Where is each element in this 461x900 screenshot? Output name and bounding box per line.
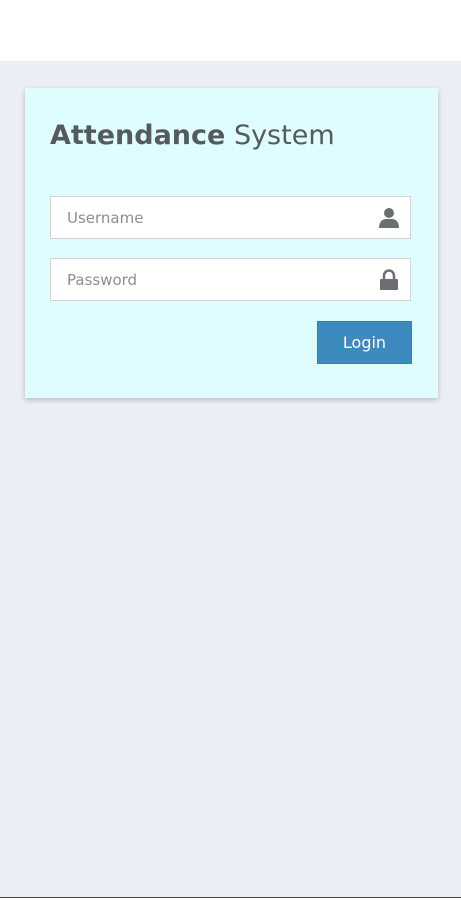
login-card: Attendance System Login: [25, 88, 438, 398]
top-blank-area: [0, 0, 461, 61]
password-input[interactable]: [51, 259, 361, 300]
lock-icon: [378, 269, 400, 291]
password-field[interactable]: [50, 258, 411, 301]
username-field[interactable]: [50, 196, 411, 239]
login-button[interactable]: Login: [317, 321, 412, 364]
app-title-bold: Attendance: [50, 120, 226, 151]
app-title-light: System: [233, 120, 335, 151]
app-title: Attendance System: [50, 119, 335, 153]
username-input[interactable]: [51, 197, 361, 238]
user-icon: [378, 207, 400, 229]
